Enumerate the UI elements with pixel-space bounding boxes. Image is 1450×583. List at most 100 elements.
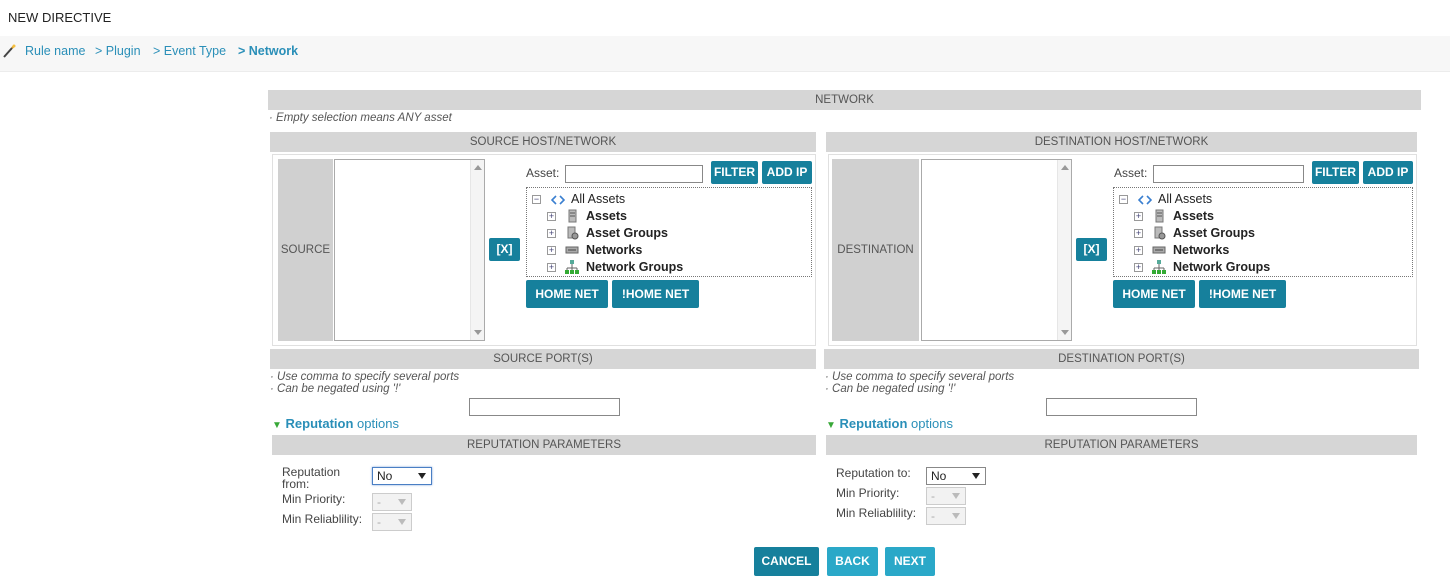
destination-list-scrollbar[interactable] xyxy=(1057,160,1071,340)
destination-add-ip-button[interactable]: ADD IP xyxy=(1363,161,1413,184)
server-icon xyxy=(568,209,577,223)
network-device-icon xyxy=(1152,246,1166,254)
source-ports-header: SOURCE PORT(S) xyxy=(270,349,816,369)
destination-min-priority-label: Min Priority: xyxy=(836,486,900,500)
source-list[interactable] xyxy=(334,159,485,341)
page-title: NEW DIRECTIVE xyxy=(8,10,112,25)
code-brackets-icon xyxy=(551,195,565,205)
destination-host-header: DESTINATION HOST/NETWORK xyxy=(826,132,1417,152)
destination-min-reliability-label: Min Reliablility: xyxy=(836,506,917,520)
expand-icon[interactable]: + xyxy=(1134,212,1143,221)
source-side-label: SOURCE xyxy=(278,159,333,341)
collapse-icon[interactable]: − xyxy=(532,195,541,204)
destination-asset-label: Asset: xyxy=(1114,166,1148,180)
destination-home-net-button[interactable]: HOME NET xyxy=(1113,280,1195,308)
tree-item-asset-groups[interactable]: Asset Groups xyxy=(1173,225,1255,242)
tree-root-all-assets[interactable]: All Assets xyxy=(571,191,625,208)
destination-ports-header: DESTINATION PORT(S) xyxy=(824,349,1419,369)
expand-icon[interactable]: + xyxy=(547,229,556,238)
reputation-from-label: Reputation from: xyxy=(282,465,341,491)
back-button[interactable]: BACK xyxy=(827,547,878,576)
reputation-to-label: Reputation to: xyxy=(836,466,911,480)
destination-ports-input[interactable] xyxy=(1046,398,1197,416)
top-bar: NEW DIRECTIVE xyxy=(0,0,1450,34)
source-ports-input[interactable] xyxy=(469,398,620,416)
expand-icon[interactable]: + xyxy=(547,246,556,255)
source-list-scrollbar[interactable] xyxy=(470,160,484,340)
expand-icon[interactable]: + xyxy=(547,212,556,221)
source-asset-input[interactable] xyxy=(565,165,703,183)
source-host-header: SOURCE HOST/NETWORK xyxy=(270,132,816,152)
expand-icon[interactable]: + xyxy=(1134,229,1143,238)
tree-item-network-groups[interactable]: Network Groups xyxy=(586,259,683,276)
next-button[interactable]: NEXT xyxy=(885,547,935,576)
source-add-ip-button[interactable]: ADD IP xyxy=(762,161,812,184)
destination-asset-tree: − All Assets + Assets + Asset Groups + N… xyxy=(1113,187,1413,277)
tree-item-assets[interactable]: Assets xyxy=(586,208,627,225)
breadcrumb: Rule name > Plugin > Event Type > Networ… xyxy=(0,36,1450,72)
server-group-icon xyxy=(1154,226,1166,240)
destination-list[interactable] xyxy=(921,159,1072,341)
cancel-button[interactable]: CANCEL xyxy=(754,547,819,576)
source-home-net-button[interactable]: HOME NET xyxy=(526,280,608,308)
source-not-home-net-button[interactable]: !HOME NET xyxy=(612,280,699,308)
destination-panel: DESTINATION [X] Asset: FILTER ADD IP − A… xyxy=(828,154,1417,346)
destination-ports-note-negate: · Can be negated using '!' xyxy=(825,383,956,395)
server-icon xyxy=(1155,209,1164,223)
collapse-icon[interactable]: − xyxy=(1119,195,1128,204)
source-ports-note-negate: · Can be negated using '!' xyxy=(270,383,401,395)
source-min-reliability-label: Min Reliablility: xyxy=(282,512,363,526)
tree-item-network-groups[interactable]: Network Groups xyxy=(1173,259,1270,276)
destination-min-reliability-select: - xyxy=(926,507,966,525)
destination-not-home-net-button[interactable]: !HOME NET xyxy=(1199,280,1286,308)
breadcrumb-rule-name[interactable]: Rule name xyxy=(25,44,85,58)
tree-item-asset-groups[interactable]: Asset Groups xyxy=(586,225,668,242)
breadcrumb-network: > Network xyxy=(238,44,299,58)
magic-wand-icon xyxy=(3,44,16,58)
source-panel: SOURCE [X] Asset: FILTER ADD IP − All As… xyxy=(272,154,816,346)
source-reputation-options-link[interactable]: ▼ Reputation options xyxy=(272,416,399,431)
triangle-down-icon: ▼ xyxy=(272,420,282,431)
source-ports-note-comma: · Use comma to specify several ports xyxy=(270,371,460,383)
network-header: NETWORK xyxy=(268,90,1421,110)
destination-side-label: DESTINATION xyxy=(832,159,919,341)
breadcrumb-event-type[interactable]: > Event Type xyxy=(153,44,226,58)
source-reputation-header: REPUTATION PARAMETERS xyxy=(272,435,816,455)
chevron-down-icon xyxy=(398,519,406,525)
destination-reputation-options-link[interactable]: ▼ Reputation options xyxy=(826,416,953,431)
chevron-down-icon xyxy=(952,513,960,519)
network-group-icon xyxy=(1152,260,1166,274)
destination-min-priority-select: - xyxy=(926,487,966,505)
source-filter-button[interactable]: FILTER xyxy=(711,161,758,184)
chevron-down-icon xyxy=(952,493,960,499)
destination-asset-input[interactable] xyxy=(1153,165,1304,183)
tree-root-all-assets[interactable]: All Assets xyxy=(1158,191,1212,208)
network-group-icon xyxy=(565,260,579,274)
code-brackets-icon xyxy=(1138,195,1152,205)
expand-icon[interactable]: + xyxy=(547,263,556,272)
server-group-icon xyxy=(567,226,579,240)
destination-filter-button[interactable]: FILTER xyxy=(1312,161,1359,184)
tree-item-networks[interactable]: Networks xyxy=(586,242,642,259)
expand-icon[interactable]: + xyxy=(1134,246,1143,255)
reputation-to-select[interactable]: No xyxy=(926,467,986,485)
destination-reputation-header: REPUTATION PARAMETERS xyxy=(826,435,1417,455)
chevron-down-icon xyxy=(972,473,980,479)
chevron-down-icon xyxy=(418,473,426,479)
source-asset-tree: − All Assets + Assets + Asset Groups + N… xyxy=(526,187,812,277)
tree-item-assets[interactable]: Assets xyxy=(1173,208,1214,225)
source-min-priority-select: - xyxy=(372,493,412,511)
reputation-from-select[interactable]: No xyxy=(372,467,432,485)
destination-clear-button[interactable]: [X] xyxy=(1076,238,1107,261)
tree-item-networks[interactable]: Networks xyxy=(1173,242,1229,259)
network-note: · Empty selection means ANY asset xyxy=(269,112,452,124)
destination-ports-note-comma: · Use comma to specify several ports xyxy=(825,371,1015,383)
triangle-down-icon: ▼ xyxy=(826,420,836,431)
breadcrumb-plugin[interactable]: > Plugin xyxy=(95,44,141,58)
source-min-reliability-select: - xyxy=(372,513,412,531)
expand-icon[interactable]: + xyxy=(1134,263,1143,272)
source-asset-label: Asset: xyxy=(526,166,560,180)
chevron-down-icon xyxy=(398,499,406,505)
source-clear-button[interactable]: [X] xyxy=(489,238,520,261)
network-device-icon xyxy=(565,246,579,254)
